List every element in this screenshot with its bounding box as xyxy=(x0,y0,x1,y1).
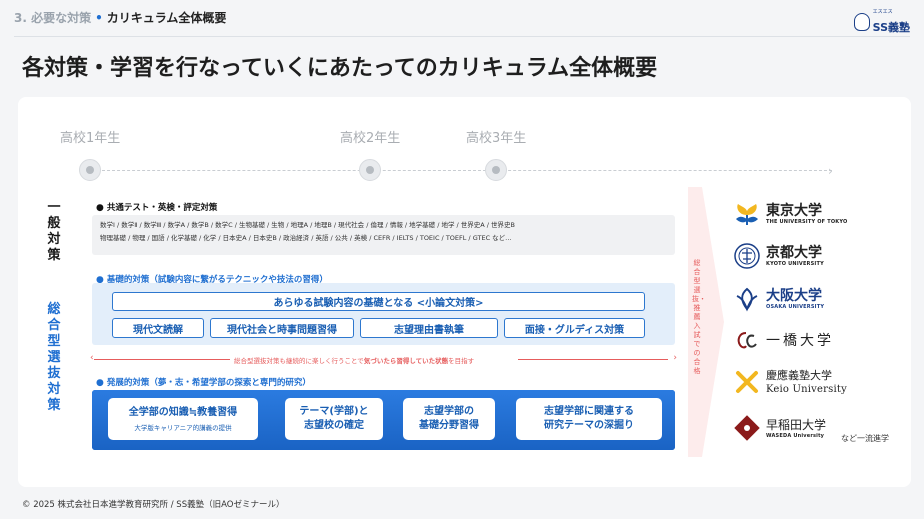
common-subjects-box: 数学Ⅰ / 数学Ⅱ / 数学Ⅲ / 数学A / 数学B / 数学C / 生物基礎… xyxy=(92,215,675,255)
top-bar: 3. 必要な対策 • カリキュラム全体概要 エスエス SS義塾 xyxy=(0,0,924,36)
subjects-line-1: 数学Ⅰ / 数学Ⅱ / 数学Ⅲ / 数学A / 数学B / 数学C / 生物基礎… xyxy=(100,221,516,229)
university-kyoto-en: KYOTO UNIVERSITY xyxy=(766,260,824,267)
university-tokyo-jp: 東京大学 xyxy=(766,202,822,219)
curriculum-card: 高校1年生 高校2年生 高校3年生 › 一般対策 総合型選抜対策 ● 共通テスト・… xyxy=(18,97,911,487)
year-label-2: 高校2年生 xyxy=(340,131,401,146)
university-kyoto-jp: 京都大学 xyxy=(766,244,822,261)
hitotsubashi-emblem-icon xyxy=(737,332,757,349)
university-osaka-en: OSAKA UNIVERSITY xyxy=(766,303,825,310)
breadcrumb-separator: • xyxy=(95,11,103,25)
continuity-note: ‹ 総合型選抜対策も継続的に楽しく行うことで気づいたら習得していた状態を目指す … xyxy=(90,353,677,365)
kyoto-emblem-icon xyxy=(734,243,760,269)
note-line-right xyxy=(518,359,668,360)
university-keio: 慶應義塾大学 Keio University xyxy=(734,368,847,396)
advanced-heading-text: 発展的対策（夢・志・希望学部の探索と専門的研究） xyxy=(106,378,311,388)
advanced-pill-foundation: 志望学部の 基礎分野習得 xyxy=(403,398,495,440)
pill-3-line-1: 志望学部の xyxy=(424,406,474,417)
header-divider xyxy=(14,36,910,37)
essay-foundation-pill: あらゆる試験内容の基礎となる <小論文対策> xyxy=(112,292,645,311)
breadcrumb: 3. 必要な対策 • カリキュラム全体概要 xyxy=(14,9,226,26)
pill-1-line-1: 全学部の知識≒教養習得 xyxy=(128,407,238,418)
advanced-heading: ● 発展的対策（夢・志・希望学部の探索と専門的研究） xyxy=(96,376,311,388)
timeline-dashed-line xyxy=(102,170,832,171)
pill-1-sub: 大学版キャリアニア的講義の提供 xyxy=(134,424,232,432)
basic-pill-current-affairs: 現代社会と時事問題習得 xyxy=(210,318,354,338)
university-waseda-jp: 早稲田大学 xyxy=(766,417,827,432)
timeline-arrow-icon: › xyxy=(828,164,833,178)
university-osaka: 大阪大学 OSAKA UNIVERSITY xyxy=(734,286,824,312)
result-chevron-text: 総合型選抜・推薦入試での合格 xyxy=(692,259,706,375)
university-keio-jp: 慶應義塾大学 xyxy=(766,369,832,382)
subjects-line-2: 物理基礎 / 物理 / 国語 / 化学基礎 / 化学 / 日本史A / 日本史B… xyxy=(100,234,512,242)
arrow-right-icon: › xyxy=(673,353,677,363)
advanced-pill-research: 志望学部に関連する 研究テーマの深掘り xyxy=(516,398,662,440)
year-label-3: 高校3年生 xyxy=(466,131,527,146)
keio-pen-icon xyxy=(736,371,758,393)
year-marker-1 xyxy=(79,159,101,181)
pill-2-line-1: テーマ(学部)と xyxy=(299,406,369,417)
basic-pill-statement: 志望理由書執筆 xyxy=(360,318,498,338)
continuity-text: 総合型選抜対策も継続的に楽しく行うことで気づいたら習得していた状態を目指す xyxy=(234,355,474,365)
university-tokyo-en: THE UNIVERSITY OF TOKYO xyxy=(766,218,848,225)
brand-crest-icon xyxy=(853,12,870,31)
ginkgo-icon xyxy=(736,204,758,225)
year-marker-3 xyxy=(485,159,507,181)
breadcrumb-current: カリキュラム全体概要 xyxy=(106,11,227,25)
university-hitotsubashi-jp: 一橋大学 xyxy=(766,333,834,349)
university-waseda-en: WASEDA University xyxy=(766,432,825,439)
page-title: 各対策・学習を行なっていくにあたってのカリキュラム全体概要 xyxy=(22,56,658,81)
waseda-emblem-icon xyxy=(734,415,760,441)
note-line-left xyxy=(94,359,230,360)
year-marker-2 xyxy=(359,159,381,181)
pill-4-line-2: 研究テーマの深掘り xyxy=(544,420,634,431)
university-waseda: 早稲田大学 WASEDA University xyxy=(734,415,826,441)
bullet-icon: ● xyxy=(96,203,104,213)
brand-logo: エスエス SS義塾 xyxy=(853,8,910,35)
year-timeline: 高校1年生 高校2年生 高校3年生 › xyxy=(18,97,911,197)
year-label-1: 高校1年生 xyxy=(60,131,121,146)
basic-box: あらゆる試験内容の基礎となる <小論文対策> 現代文読解 現代社会と時事問題習得… xyxy=(92,283,675,345)
note-emphasis: 気づいたら習得していた状態 xyxy=(363,357,449,365)
arrow-left-icon: ‹ xyxy=(90,353,94,363)
brand-tagline: エスエス xyxy=(872,9,893,15)
university-keio-en: Keio University xyxy=(766,384,847,395)
note-suffix: を目指す xyxy=(448,357,475,365)
pill-2-line-2: 志望校の確定 xyxy=(304,420,364,431)
others-label: など一流進学 xyxy=(841,434,889,443)
common-heading-text: 共通テスト・英検・評定対策 xyxy=(106,203,218,213)
common-heading: ● 共通テスト・英検・評定対策 xyxy=(96,201,217,213)
pill-3-line-2: 基礎分野習得 xyxy=(419,420,479,431)
osaka-emblem-icon xyxy=(736,287,758,312)
basic-pill-reading: 現代文読解 xyxy=(112,318,204,338)
university-kyoto: 京都大学 KYOTO UNIVERSITY xyxy=(734,243,824,269)
basic-pill-interview: 面接・グルディス対策 xyxy=(504,318,645,338)
university-hitotsubashi: 一橋大学 xyxy=(734,328,834,354)
university-tokyo: 東京大学 THE UNIVERSITY OF TOKYO xyxy=(734,201,847,227)
breadcrumb-section: 3. 必要な対策 xyxy=(14,11,92,25)
brand-name: SS義塾 xyxy=(872,21,910,34)
advanced-pill-theme: テーマ(学部)と 志望校の確定 xyxy=(285,398,383,440)
footer-copyright: © 2025 株式会社日本進学教育研究所 / SS義塾（旧AOゼミナール） xyxy=(22,500,285,510)
note-prefix: 総合型選抜対策も継続的に楽しく行うことで xyxy=(234,357,364,365)
advanced-pill-liberal-arts: 全学部の知識≒教養習得 大学版キャリアニア的講義の提供 xyxy=(108,398,258,440)
advanced-box: 全学部の知識≒教養習得 大学版キャリアニア的講義の提供 テーマ(学部)と 志望校… xyxy=(92,390,675,450)
general-track-label: 一般対策 xyxy=(47,200,61,263)
pill-4-line-1: 志望学部に関連する xyxy=(544,406,634,417)
university-osaka-jp: 大阪大学 xyxy=(766,287,822,304)
bullet-icon: ● xyxy=(96,378,104,388)
comprehensive-track-label: 総合型選抜対策 xyxy=(47,302,61,413)
